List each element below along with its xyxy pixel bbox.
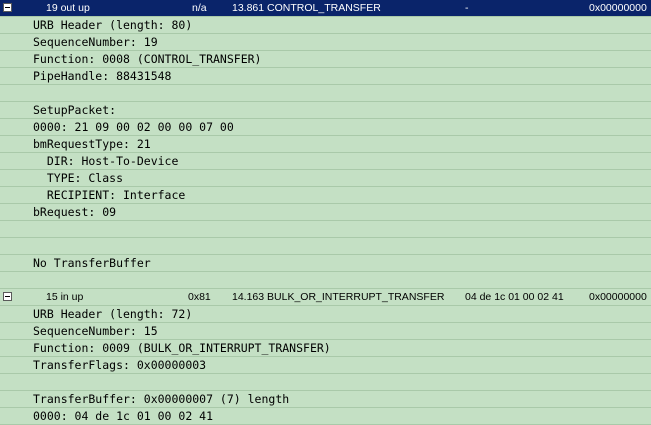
detail-text: RECIPIENT: Interface <box>33 188 186 202</box>
data-cell: - <box>465 2 469 14</box>
detail-line[interactable]: TransferBuffer: 0x00000007 (7) length <box>0 391 651 408</box>
detail-text: bRequest: 09 <box>33 205 117 219</box>
detail-text: URB Header (length: 80) <box>33 18 193 32</box>
sequence-cell: 15 in up <box>46 291 84 303</box>
detail-line[interactable]: 0000: 21 09 00 02 00 00 07 00 <box>0 119 651 136</box>
detail-line[interactable]: SequenceNumber: 15 <box>0 323 651 340</box>
detail-line[interactable]: TransferFlags: 0x00000003 <box>0 357 651 374</box>
detail-line[interactable]: bmRequestType: 21 <box>0 136 651 153</box>
detail-text: TYPE: Class <box>33 171 124 185</box>
urb-entry-header-19[interactable]: 19 out up n/a 13.861 CONTROL_TRANSFER - … <box>0 0 651 17</box>
detail-text: SequenceNumber: 19 <box>33 35 158 49</box>
status-cell: 0x00000000 <box>589 2 647 14</box>
detail-text: 0000: 04 de 1c 01 00 02 41 <box>33 409 214 423</box>
endpoint-cell: 0x81 <box>188 291 211 303</box>
detail-text: URB Header (length: 72) <box>33 307 193 321</box>
detail-text: No TransferBuffer <box>33 256 151 270</box>
detail-text: 0000: 21 09 00 02 00 00 07 00 <box>33 120 234 134</box>
detail-line[interactable] <box>0 272 651 289</box>
sequence-cell: 19 out up <box>46 2 90 14</box>
detail-text: DIR: Host-To-Device <box>33 154 179 168</box>
detail-line[interactable]: TYPE: Class <box>0 170 651 187</box>
detail-line[interactable]: DIR: Host-To-Device <box>0 153 651 170</box>
status-cell: 0x00000000 <box>589 291 647 303</box>
detail-text: bmRequestType: 21 <box>33 137 151 151</box>
detail-line[interactable]: PipeHandle: 88431548 <box>0 68 651 85</box>
data-cell: 04 de 1c 01 00 02 41 <box>465 291 564 303</box>
detail-text: Function: 0009 (BULK_OR_INTERRUPT_TRANSF… <box>33 341 331 355</box>
detail-text: TransferFlags: 0x00000003 <box>33 358 207 372</box>
detail-line[interactable] <box>0 85 651 102</box>
endpoint-cell: n/a <box>192 2 207 14</box>
collapse-icon[interactable] <box>3 292 12 301</box>
urb-entry-header-15[interactable]: 15 in up 0x81 14.163 BULK_OR_INTERRUPT_T… <box>0 289 651 306</box>
detail-line[interactable]: Function: 0008 (CONTROL_TRANSFER) <box>0 51 651 68</box>
detail-line[interactable]: URB Header (length: 72) <box>0 306 651 323</box>
detail-line[interactable]: 0000: 04 de 1c 01 00 02 41 <box>0 408 651 425</box>
time-function-cell: 13.861 CONTROL_TRANSFER <box>232 2 381 14</box>
detail-line[interactable]: SetupPacket: <box>0 102 651 119</box>
detail-line[interactable]: No TransferBuffer <box>0 255 651 272</box>
detail-text: TransferBuffer: 0x00000007 (7) length <box>33 392 290 406</box>
detail-line[interactable]: RECIPIENT: Interface <box>0 187 651 204</box>
detail-line[interactable]: bRequest: 09 <box>0 204 651 221</box>
detail-line[interactable] <box>0 374 651 391</box>
collapse-icon[interactable] <box>3 3 12 12</box>
detail-text: SequenceNumber: 15 <box>33 324 158 338</box>
time-function-cell: 14.163 BULK_OR_INTERRUPT_TRANSFER <box>232 291 445 303</box>
detail-line[interactable]: Function: 0009 (BULK_OR_INTERRUPT_TRANSF… <box>0 340 651 357</box>
detail-text: Function: 0008 (CONTROL_TRANSFER) <box>33 52 262 66</box>
detail-line[interactable]: URB Header (length: 80) <box>0 17 651 34</box>
detail-text: PipeHandle: 88431548 <box>33 69 172 83</box>
detail-line[interactable]: SequenceNumber: 19 <box>0 34 651 51</box>
detail-line[interactable] <box>0 221 651 238</box>
detail-text: SetupPacket: <box>33 103 117 117</box>
detail-line[interactable] <box>0 238 651 255</box>
